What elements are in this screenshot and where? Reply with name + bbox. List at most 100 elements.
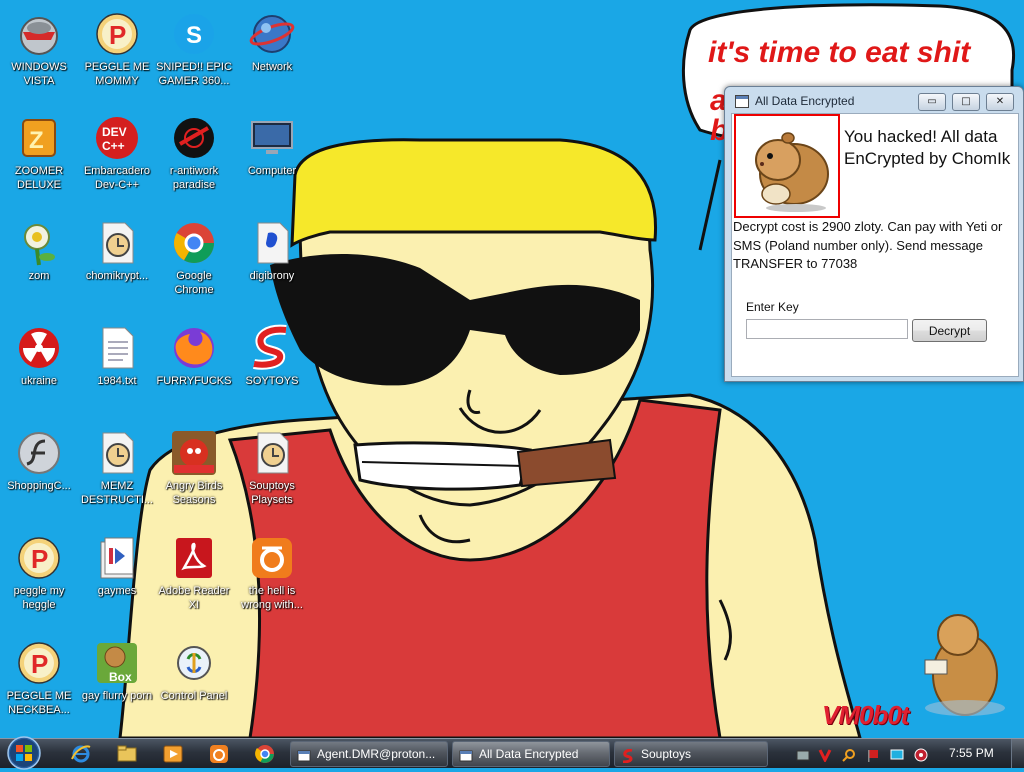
v-icon[interactable]: [818, 747, 832, 764]
desktop-icon[interactable]: digibrony: [234, 213, 310, 283]
chrome-icon[interactable]: [254, 743, 276, 765]
desktop-icon[interactable]: S SNIPED!! EPIC GAMER 360...: [156, 4, 232, 88]
dialog-title: All Data Encrypted: [755, 94, 855, 108]
desktop-icon[interactable]: zom: [1, 213, 77, 283]
antiwork-icon: [174, 118, 214, 158]
start-orb-icon[interactable]: [4, 734, 44, 772]
hourglass-file-icon: [102, 222, 134, 264]
hourglass-file-icon: [257, 432, 289, 474]
window-icon: [459, 747, 473, 762]
desktop-icon[interactable]: SOYTOYS: [234, 318, 310, 388]
desktop-icon[interactable]: Control Panel: [156, 633, 232, 703]
key-label: Enter Key: [746, 300, 799, 314]
taskbar: Agent.DMR@proton... All Data Encrypted S…: [0, 736, 1024, 770]
media-tray-icon[interactable]: [914, 747, 928, 762]
desktop-icon[interactable]: Adobe Reader XI: [156, 528, 232, 612]
desktop-icon[interactable]: DEV C++ Embarcadero Dev-C++: [79, 108, 155, 192]
uc-browser-icon[interactable]: [208, 743, 230, 765]
firefox-icon: [174, 328, 214, 368]
desktop-icon[interactable]: MEMZ DESTRUCTI...: [79, 423, 155, 507]
taskbar-button-all-data-encrypted[interactable]: All Data Encrypted: [452, 741, 610, 767]
desktop-icon-label: FURRYFUCKS: [156, 375, 232, 387]
skype-icon: S: [174, 14, 214, 54]
desktop-icon-label: WINDOWS VISTA: [11, 61, 67, 87]
peggle-icon: P: [18, 642, 60, 684]
uc-browser-icon: [252, 538, 292, 578]
desktop-icon[interactable]: 1984.txt: [79, 318, 155, 388]
flag-icon[interactable]: [866, 747, 880, 762]
desktop-icon-label: ZOOMER DELUXE: [14, 165, 64, 191]
desktop-icon-label: Angry Birds Seasons: [165, 480, 223, 506]
desktop-icon-label: gaymes: [97, 585, 137, 597]
system-tray: 7:55 PM: [790, 739, 1024, 769]
desktop-icon[interactable]: Network: [234, 4, 310, 74]
desktop-icon[interactable]: Z ZOOMER DELUXE: [1, 108, 77, 192]
hourglass-file-icon: [102, 432, 134, 474]
desktop-icon[interactable]: Computer: [234, 108, 310, 178]
chrome-icon: [174, 223, 214, 263]
desktop-icon-label: peggle my heggle: [13, 585, 65, 611]
desktop-icon[interactable]: chomikrypt...: [79, 213, 155, 283]
maximize-button[interactable]: □: [952, 93, 980, 111]
decrypt-button[interactable]: Decrypt: [912, 319, 987, 342]
desktop-icon-grid: WINDOWS VISTA P PEGGLE ME MOMMY S SNIPED!! E…: [0, 0, 320, 738]
svg-text:Z: Z: [29, 127, 44, 154]
desktop-icon-label: Computer: [247, 165, 297, 177]
desktop-icon[interactable]: Souptoys Playsets: [234, 423, 310, 507]
taskbar-button-agent[interactable]: Agent.DMR@proton...: [290, 741, 448, 767]
desktop-icon-label: 1984.txt: [97, 375, 137, 387]
close-button[interactable]: ✕: [986, 93, 1014, 111]
desktop-icon-label: MEMZ DESTRUCTI...: [80, 480, 154, 506]
minimize-button[interactable]: ▭: [918, 93, 946, 111]
desktop-icon-label: PEGGLE ME MOMMY: [84, 61, 150, 87]
taskbar-button-label: Agent.DMR@proton...: [317, 747, 436, 761]
dialog-body: You hacked! All data EnCrypted by ChomIk…: [731, 113, 1019, 377]
desktop-icon[interactable]: ukraine: [1, 318, 77, 388]
radiation-icon: [19, 328, 59, 368]
soytoys-icon: [253, 324, 287, 370]
computer-icon: [251, 121, 293, 154]
desktop-icon[interactable]: FURRYFUCKS: [156, 318, 232, 388]
adobe-reader-icon: [176, 538, 212, 578]
speech-bubble-text: it's time to eat shit: [708, 36, 971, 69]
control-panel-icon: [177, 646, 211, 680]
desktop-icon[interactable]: the hell is wrong with...: [234, 528, 310, 612]
games-folder-icon: [100, 537, 134, 579]
show-desktop-button[interactable]: [1011, 739, 1024, 768]
hamster-image: [734, 114, 840, 218]
desktop-icon[interactable]: WINDOWS VISTA: [1, 4, 77, 88]
window-icon: [297, 747, 311, 762]
box-hamster-icon: Box: [97, 643, 137, 684]
desktop-icon-label: r-antiwork paradise: [169, 165, 219, 191]
desktop-icon[interactable]: P PEGGLE ME MOMMY: [79, 4, 155, 88]
windows-explorer-icon[interactable]: [116, 743, 138, 765]
desktop-icon-label: Google Chrome: [174, 270, 214, 296]
svg-text:DEV: DEV: [102, 125, 127, 139]
desktop-icon[interactable]: gaymes: [79, 528, 155, 598]
desktop-icon-label: SNIPED!! EPIC GAMER 360...: [156, 61, 232, 87]
hardware-icon[interactable]: [796, 747, 810, 761]
dialog-titlebar[interactable]: All Data Encrypted ▭ □ ✕: [725, 87, 1023, 115]
desktop-icon[interactable]: Angry Birds Seasons: [156, 423, 232, 507]
taskbar-button-label: All Data Encrypted: [479, 747, 579, 761]
angry-birds-icon: [172, 431, 216, 475]
media-player-icon[interactable]: [162, 743, 184, 765]
search-tray-icon[interactable]: [842, 747, 856, 762]
desktop-icon-label: chomikrypt...: [85, 270, 149, 282]
watermark-logo: VM0b0t: [822, 700, 909, 730]
clock[interactable]: 7:55 PM: [949, 746, 994, 760]
taskbar-button-souptoys[interactable]: Souptoys: [614, 741, 768, 767]
desktop-icon[interactable]: ShoppingC...: [1, 423, 77, 493]
soytoys-icon: [621, 747, 635, 764]
display-icon[interactable]: [890, 747, 904, 761]
desktop-icon[interactable]: Box gay flurry porn: [79, 633, 155, 703]
desktop-icon[interactable]: r-antiwork paradise: [156, 108, 232, 192]
key-input[interactable]: [746, 319, 908, 339]
internet-explorer-icon[interactable]: [70, 743, 92, 765]
desktop-icon[interactable]: P PEGGLE ME NECKBEA...: [1, 633, 77, 717]
digibrony-icon: [257, 222, 289, 264]
desktop-icon[interactable]: Ppeggle my heggle: [1, 528, 77, 612]
ransom-dialog-window[interactable]: All Data Encrypted ▭ □ ✕ You hacked! All…: [724, 86, 1024, 382]
desktop-icon-label: zom: [28, 270, 50, 282]
desktop-icon[interactable]: Google Chrome: [156, 213, 232, 297]
